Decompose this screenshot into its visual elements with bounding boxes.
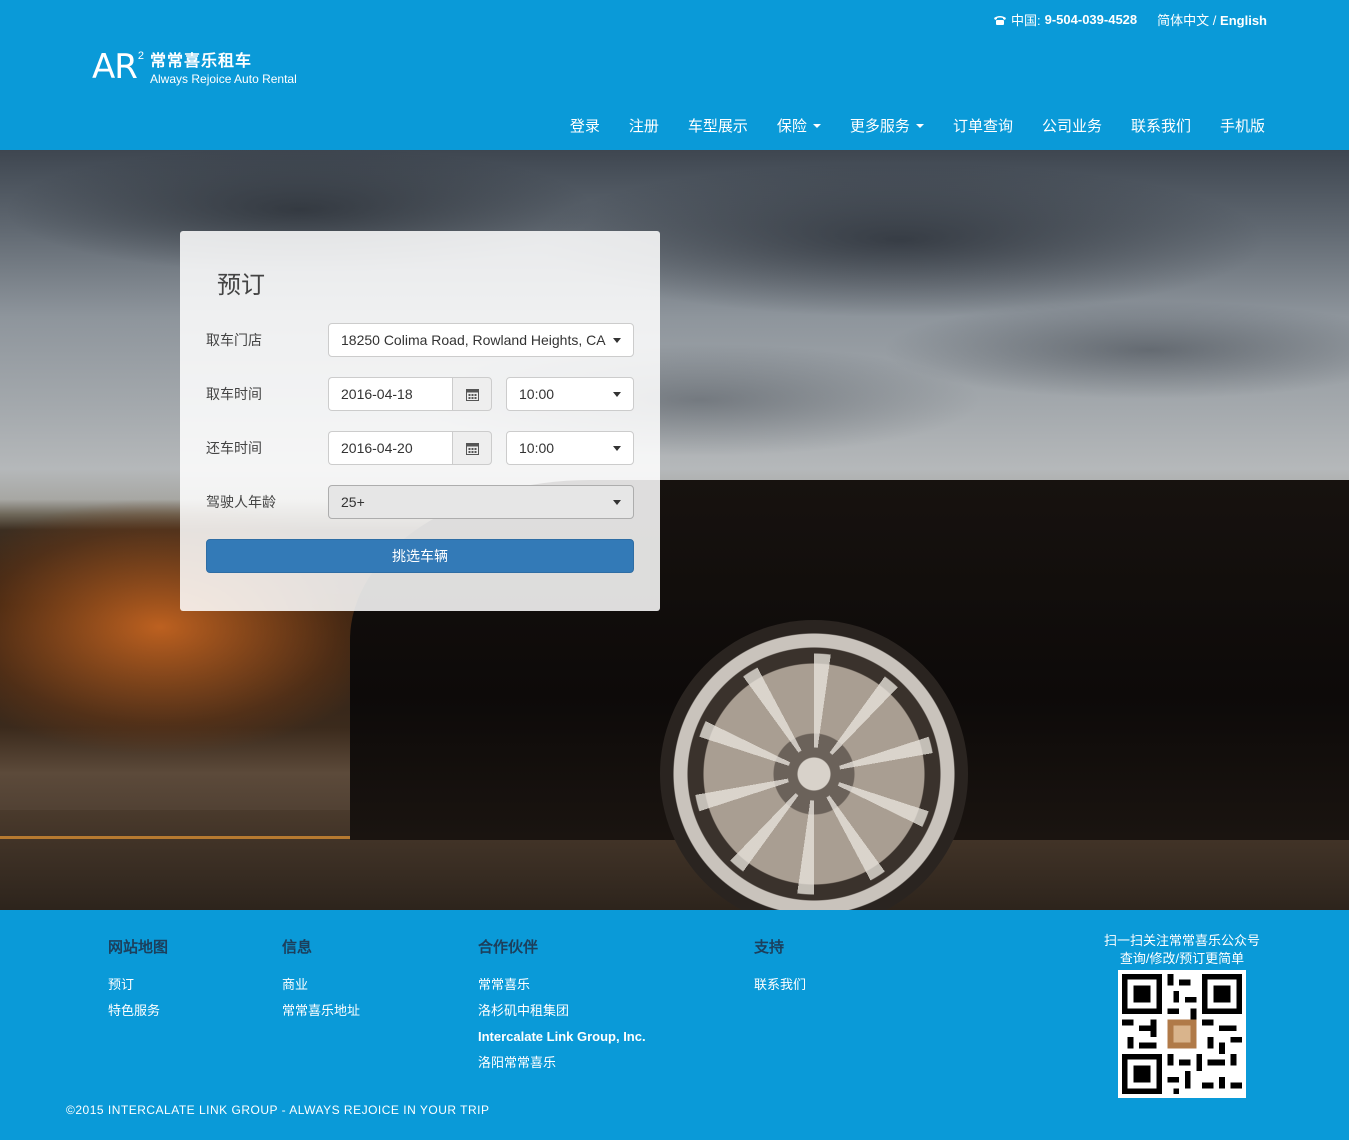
return-time-row: 还车时间 2016-04-20 10:00 (206, 431, 634, 465)
lang-separator: / (1212, 13, 1217, 28)
footer-link-partner[interactable]: Intercalate Link Group, Inc. (478, 1024, 646, 1050)
pickup-time-row: 取车时间 2016-04-18 10:00 (206, 377, 634, 411)
return-calendar-button[interactable] (452, 431, 492, 465)
lang-en-link[interactable]: English (1220, 13, 1267, 28)
footer-info: 信息 商业 常常喜乐地址 (282, 936, 360, 1024)
site-header: 中国: 9-504-039-4528 简体中文 / English AR 2 常… (0, 0, 1349, 150)
nav-label: 公司业务 (1041, 118, 1102, 135)
driver-age-value: 25+ (341, 494, 365, 510)
phone-label: 中国: (1011, 13, 1041, 28)
choose-vehicle-button[interactable]: 挑选车辆 (206, 539, 634, 573)
phone-icon (994, 15, 1006, 25)
driver-age-label: 驾驶人年龄 (206, 494, 276, 510)
footer-link-booking[interactable]: 预订 (108, 972, 168, 998)
logo-mark: AR (92, 47, 138, 87)
return-date-input[interactable]: 2016-04-20 (328, 431, 492, 465)
footer-heading-info: 信息 (282, 939, 313, 956)
footer-heading-sitemap: 网站地图 (108, 939, 169, 956)
footer-sitemap: 网站地图 预订 特色服务 (108, 936, 168, 1024)
footer-partners: 合作伙伴 常常喜乐 洛杉矶中租集团 Intercalate Link Group… (478, 936, 646, 1076)
hero-car-wheel (660, 620, 968, 910)
calendar-icon (465, 442, 479, 455)
caret-down-icon (613, 338, 621, 343)
driver-age-row: 驾驶人年龄 25+ (206, 485, 634, 519)
qr-caption-line2: 查询/修改/预订更简单 (1119, 951, 1245, 966)
nav-label: 车型展示 (687, 118, 748, 135)
nav-vehicle-showcase[interactable]: 车型展示 (688, 115, 748, 136)
nav-label: 联系我们 (1130, 118, 1191, 135)
pickup-time-label: 取车时间 (206, 386, 262, 402)
footer-support: 支持 联系我们 (754, 936, 806, 998)
logo-name-en: Always Rejoice Auto Rental (150, 72, 297, 86)
return-hour-select[interactable]: 10:00 (506, 431, 634, 465)
caret-down-icon (613, 446, 621, 451)
nav-label: 注册 (628, 118, 659, 135)
nav-label: 订单查询 (952, 118, 1013, 135)
footer-link-partner[interactable]: 常常喜乐 (478, 972, 646, 998)
nav-mobile-version[interactable]: 手机版 (1220, 115, 1265, 136)
return-hour-value: 10:00 (519, 440, 555, 456)
footer-link-special-services[interactable]: 特色服务 (108, 998, 168, 1024)
footer-link-contact[interactable]: 联系我们 (754, 972, 806, 998)
pickup-date-input[interactable]: 2016-04-18 (328, 377, 492, 411)
language-switch: 简体中文 / English (1157, 10, 1267, 29)
nav-order-lookup[interactable]: 订单查询 (953, 115, 1013, 136)
nav-insurance-dropdown[interactable]: 保险 (777, 115, 821, 136)
footer-link-business[interactable]: 商业 (282, 972, 360, 998)
nav-contact-us[interactable]: 联系我们 (1131, 115, 1191, 136)
nav-label: 手机版 (1219, 118, 1265, 135)
caret-down-icon (915, 123, 924, 128)
wechat-qr-block: 扫一扫关注常常喜乐公众号 查询/修改/预订更简单 (1090, 932, 1274, 1098)
nav-more-services-dropdown[interactable]: 更多服务 (850, 115, 924, 136)
caret-down-icon (812, 123, 821, 128)
pickup-hour-value: 10:00 (519, 386, 555, 402)
driver-age-select[interactable]: 25+ (328, 485, 634, 519)
return-date-value[interactable]: 2016-04-20 (328, 431, 452, 465)
caret-down-icon (613, 500, 621, 505)
logo-superscript: 2 (137, 50, 145, 62)
booking-panel: 预订 取车门店 18250 Colima Road, Rowland Heigh… (180, 231, 660, 611)
nav-company-business[interactable]: 公司业务 (1042, 115, 1102, 136)
pickup-hour-select[interactable]: 10:00 (506, 377, 634, 411)
pickup-calendar-button[interactable] (452, 377, 492, 411)
site-footer: 网站地图 预订 特色服务 信息 商业 常常喜乐地址 合作伙伴 常常喜乐 洛杉矶中… (0, 910, 1349, 1140)
return-time-label: 还车时间 (206, 440, 262, 456)
footer-link-partner[interactable]: 洛杉矶中租集团 (478, 998, 646, 1024)
lang-cn-link[interactable]: 简体中文 (1157, 13, 1209, 28)
calendar-icon (465, 388, 479, 401)
site-logo[interactable]: AR 2 常常喜乐租车 Always Rejoice Auto Rental (92, 48, 297, 86)
nav-label: 更多服务 (849, 118, 910, 135)
footer-link-partner[interactable]: 洛阳常常喜乐 (478, 1050, 646, 1076)
phone-contact: 中国: 9-504-039-4528 (993, 10, 1137, 29)
pickup-store-row: 取车门店 18250 Colima Road, Rowland Heights,… (206, 323, 634, 357)
qr-caption-line1: 扫一扫关注常常喜乐公众号 (1103, 933, 1260, 948)
qr-code-icon (1118, 970, 1246, 1098)
nav-label: 保险 (776, 118, 807, 135)
pickup-store-value: 18250 Colima Road, Rowland Heights, CA (341, 332, 606, 348)
pickup-store-select[interactable]: 18250 Colima Road, Rowland Heights, CA (328, 323, 634, 357)
logo-name-cn: 常常喜乐租车 (150, 53, 253, 70)
booking-title: 预订 (217, 272, 265, 299)
nav-login[interactable]: 登录 (570, 115, 600, 136)
top-bar: 中国: 9-504-039-4528 简体中文 / English (993, 10, 1267, 29)
main-nav: 登录 注册 车型展示 保险 更多服务 订单查询 公司业务 联系我们 手机版 (541, 115, 1265, 136)
nav-label: 登录 (569, 118, 600, 135)
phone-number[interactable]: 9-504-039-4528 (1045, 12, 1138, 27)
pickup-date-value[interactable]: 2016-04-18 (328, 377, 452, 411)
copyright-text: ©2015 INTERCALATE LINK GROUP - ALWAYS RE… (66, 1103, 490, 1117)
logo-text: 常常喜乐租车 Always Rejoice Auto Rental (150, 53, 297, 87)
nav-register[interactable]: 注册 (629, 115, 659, 136)
pickup-store-label: 取车门店 (206, 332, 262, 348)
wheel-spokes (690, 650, 938, 898)
footer-heading-support: 支持 (754, 939, 785, 956)
footer-heading-partners: 合作伙伴 (478, 939, 539, 956)
footer-link-address[interactable]: 常常喜乐地址 (282, 998, 360, 1024)
caret-down-icon (613, 392, 621, 397)
